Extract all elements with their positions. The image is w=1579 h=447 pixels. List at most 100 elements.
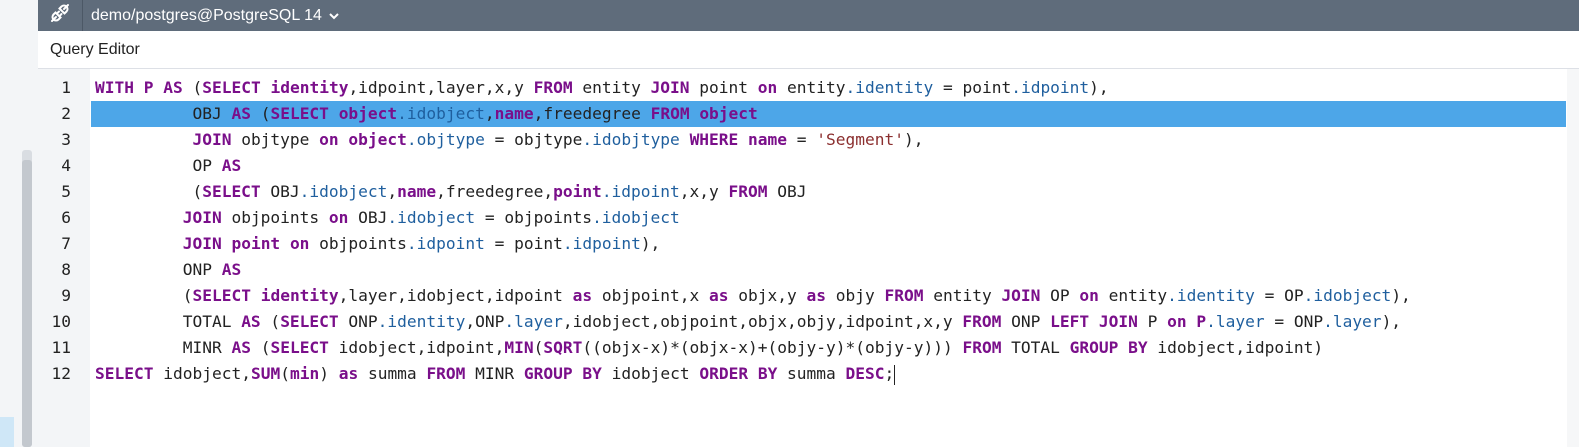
code-text[interactable]: (SELECT OBJ.idobject,name,freedegree,poi… [91, 179, 1566, 205]
sql-text: ), [640, 234, 661, 253]
sql-keyword: JOIN [1001, 286, 1041, 305]
code-line[interactable]: 6 JOIN objpoints on OBJ.idobject = objpo… [38, 205, 1566, 231]
sql-text: idobject [601, 364, 700, 383]
sql-editor[interactable]: 1 WITH P AS (SELECT identity,idpoint,laye… [38, 69, 1579, 447]
code-line[interactable]: 10 TOTAL AS (SELECT ONP.identity,ONP.lay… [38, 309, 1566, 335]
sql-text: objx,y [728, 286, 807, 305]
sql-text: ( [260, 312, 281, 331]
sql-property: .idpoint [601, 182, 680, 201]
sql-text: OBJ [767, 182, 807, 201]
code-line[interactable]: 1 WITH P AS (SELECT identity,idpoint,laye… [38, 75, 1566, 101]
sql-keyword: AS [163, 78, 183, 97]
sql-text: ONP [95, 260, 222, 279]
sql-text: summa [777, 364, 846, 383]
sql-keyword: SELECT [192, 286, 251, 305]
sql-text: objpoints [309, 234, 407, 253]
sql-text: ,layer,idobject,idpoint [338, 286, 573, 305]
code-text[interactable]: OBJ AS (SELECT object.idobject,name,free… [91, 101, 1566, 127]
plug-icon [49, 2, 71, 29]
sql-property: .idobjtype [582, 130, 680, 149]
sql-text: ), [904, 130, 924, 149]
sql-keyword: JOIN [182, 234, 222, 253]
sql-text: = [787, 130, 817, 149]
code-line[interactable]: 12 SELECT idobject,SUM(min) as summa FROM… [38, 361, 1566, 387]
sql-property: .idobject [387, 208, 476, 227]
sql-keyword: FROM [533, 78, 573, 97]
code-text[interactable]: OP AS [91, 153, 1566, 179]
code-line[interactable]: 9 (SELECT identity,layer,idobject,idpoin… [38, 283, 1566, 309]
sql-property: .layer [504, 312, 563, 331]
code-lines[interactable]: 1 WITH P AS (SELECT identity,idpoint,laye… [38, 75, 1566, 387]
editor-scrollbar[interactable] [1567, 69, 1579, 447]
sql-keyword: AS [221, 156, 242, 175]
code-text[interactable]: MINR AS (SELECT idobject,idpoint,MIN(SQR… [91, 335, 1566, 361]
sql-keyword: JOIN [650, 78, 690, 97]
sql-keyword: WHERE [689, 130, 739, 149]
sql-keyword: MIN [504, 338, 534, 357]
sql-property: .idobject [397, 104, 485, 123]
sql-text: objpoints [221, 208, 329, 227]
sql-property: .idpoint [562, 234, 641, 253]
code-line[interactable]: 8 ONP AS [38, 257, 1566, 283]
line-number: 5 [61, 182, 71, 201]
sql-property: .idpoint [406, 234, 485, 253]
sql-text: ( [533, 338, 544, 357]
connection-label: demo/postgres@PostgreSQL 14 [91, 6, 322, 24]
sql-text: = ONP [1264, 312, 1324, 331]
sql-property: .idobject [592, 208, 680, 227]
line-number: 4 [61, 156, 71, 175]
code-text[interactable]: JOIN point on objpoints.idpoint = point.… [91, 231, 1566, 257]
sql-keyword: AS [231, 338, 251, 357]
code-line[interactable]: 4 OP AS [38, 153, 1566, 179]
sql-keyword: SELECT [280, 312, 339, 331]
sql-keyword: AS [231, 104, 251, 123]
sql-property: .layer [1206, 312, 1265, 331]
sql-keyword: as [338, 364, 359, 383]
sql-keyword: SELECT [270, 338, 329, 357]
code-text[interactable]: SELECT idobject,SUM(min) as summa FROM M… [91, 361, 1566, 387]
code-line[interactable]: 2 OBJ AS (SELECT object.idobject,name,fr… [38, 101, 1566, 127]
line-number: 1 [61, 78, 71, 97]
sql-keyword: as [709, 286, 729, 305]
sql-text: TOTAL [95, 312, 242, 331]
line-number: 12 [51, 364, 72, 383]
sql-text: = point [933, 78, 1012, 97]
line-number: 11 [51, 338, 72, 357]
code-line[interactable]: 5 (SELECT OBJ.idobject,name,freedegree,p… [38, 179, 1566, 205]
browser-scrollbar-thumb[interactable] [22, 160, 32, 447]
browser-selected-item-edge[interactable] [0, 417, 14, 447]
sql-text: TOTAL [1001, 338, 1070, 357]
code-text[interactable]: ONP AS [91, 257, 1566, 283]
code-text[interactable]: WITH P AS (SELECT identity,idpoint,layer… [91, 75, 1566, 101]
code-text[interactable]: TOTAL AS (SELECT ONP.identity,ONP.layer,… [91, 309, 1566, 335]
sql-keyword: SELECT [202, 78, 261, 97]
connection-status-button[interactable] [38, 0, 83, 31]
sql-text: idobject,idpoint, [328, 338, 505, 357]
sql-text: ), [1089, 78, 1109, 97]
sql-text: ; [884, 364, 895, 383]
code-line[interactable]: 11 MINR AS (SELECT idobject,idpoint,MIN(… [38, 335, 1566, 361]
sql-text: MINR [95, 338, 232, 357]
sql-text: = objpoints [475, 208, 593, 227]
code-text[interactable]: (SELECT identity,layer,idobject,idpoint … [91, 283, 1566, 309]
code-text[interactable]: JOIN objtype on object.objtype = objtype… [91, 127, 1566, 153]
sql-keyword: JOIN [192, 130, 232, 149]
sql-keyword: FROM [962, 338, 1002, 357]
sql-property: .idobject [1303, 286, 1392, 305]
code-text[interactable]: JOIN objpoints on OBJ.idobject = objpoin… [91, 205, 1566, 231]
sql-text: entity [572, 78, 651, 97]
code-line[interactable]: 3 JOIN objtype on object.objtype = objty… [38, 127, 1566, 153]
sql-property: .identity [845, 78, 934, 97]
sql-keyword: WITH [95, 78, 134, 97]
code-line[interactable]: 7 JOIN point on objpoints.idpoint = poin… [38, 231, 1566, 257]
connection-selector[interactable]: demo/postgres@PostgreSQL 14 [91, 7, 340, 25]
sql-keyword: P [1196, 312, 1207, 331]
sql-text: ( [250, 104, 271, 123]
